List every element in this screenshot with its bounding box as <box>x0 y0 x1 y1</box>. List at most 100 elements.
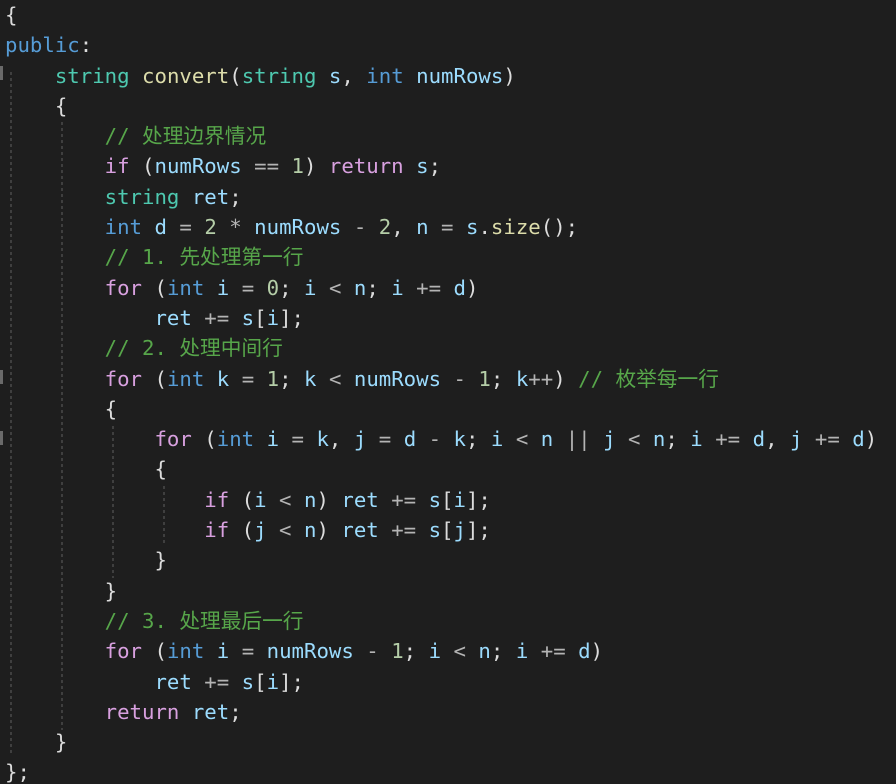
code-token: s <box>328 63 342 88</box>
code-token: s <box>241 305 255 330</box>
code-token: k <box>453 427 466 452</box>
code-line[interactable]: } <box>5 727 877 757</box>
code-line[interactable]: // 2. 处理中间行 <box>5 333 877 363</box>
code-line[interactable]: string convert(string s, int numRows) <box>5 61 877 91</box>
code-token: ret <box>191 184 230 209</box>
code-token: = <box>229 639 267 664</box>
code-token: ) <box>303 154 329 179</box>
code-token: n <box>303 487 317 512</box>
code-token: for <box>154 427 192 452</box>
code-token: ; <box>229 184 242 209</box>
code-token: int <box>366 63 404 88</box>
code-token: += <box>378 487 429 512</box>
code-line[interactable]: // 1. 先处理第一行 <box>5 242 877 272</box>
code-token: 2 <box>204 215 217 240</box>
code-token: < <box>266 518 304 543</box>
fold-marker[interactable] <box>0 431 3 445</box>
code-token: ; <box>665 427 691 452</box>
code-token: ( <box>229 63 242 88</box>
code-line[interactable]: for (int i = k, j = d - k; i < n || j < … <box>5 424 877 454</box>
code-token: j <box>353 427 367 452</box>
code-token: } <box>5 730 68 755</box>
code-token: d <box>578 639 591 664</box>
code-token: int <box>166 366 205 391</box>
code-token: i <box>216 639 230 664</box>
code-line[interactable]: for (int i = 0; i < n; i += d) <box>5 273 877 303</box>
code-token: 2 <box>378 215 392 240</box>
code-token: // 枚举每一行 <box>578 366 719 391</box>
code-token: return <box>104 699 180 724</box>
code-token: k <box>216 366 230 391</box>
code-token: += <box>802 427 853 452</box>
code-token: ) <box>864 427 878 452</box>
code-line[interactable]: if (j < n) ret += s[j]; <box>5 515 877 545</box>
code-line[interactable]: return ret; <box>5 697 877 727</box>
code-token: [ <box>254 669 267 694</box>
code-line[interactable]: { <box>5 454 877 484</box>
code-line[interactable]: if (numRows == 1) return s; <box>5 151 877 181</box>
code-token: ( <box>142 275 167 300</box>
code-line[interactable]: int d = 2 * numRows - 2, n = s.size(); <box>5 212 877 242</box>
code-line[interactable]: for (int i = numRows - 1; i < n; i += d) <box>5 636 877 666</box>
code-token: if <box>204 487 230 512</box>
code-token: ]; <box>279 669 304 694</box>
code-line[interactable]: public: <box>5 30 877 60</box>
code-token: , <box>341 63 367 88</box>
code-token: ) <box>316 487 342 512</box>
code-token: s <box>465 215 479 240</box>
code-token: ret <box>191 699 230 724</box>
code-token: = <box>229 275 267 300</box>
code-line[interactable]: ret += s[i]; <box>5 667 877 697</box>
code-token: ; <box>279 275 305 300</box>
code-token: i <box>428 639 442 664</box>
code-line[interactable]: } <box>5 545 877 575</box>
code-token: += <box>403 275 454 300</box>
code-token: // 处理边界情况 <box>104 124 267 149</box>
code-token: < <box>266 487 304 512</box>
code-line[interactable]: } <box>5 576 877 606</box>
code-token: j <box>254 518 267 543</box>
fold-marker[interactable] <box>0 66 3 80</box>
code-line[interactable]: // 处理边界情况 <box>5 121 877 151</box>
code-token: [ <box>441 487 454 512</box>
code-line[interactable]: { <box>5 0 877 30</box>
code-line[interactable]: { <box>5 91 877 121</box>
code-token: string <box>54 63 130 88</box>
fold-marker[interactable] <box>0 370 3 384</box>
code-token: int <box>166 639 205 664</box>
code-token: ( <box>129 154 155 179</box>
code-token: if <box>104 154 130 179</box>
code-line[interactable]: for (int k = 1; k < numRows - 1; k++) //… <box>5 364 877 394</box>
code-token: // 2. 处理中间行 <box>104 336 283 361</box>
code-line[interactable]: }; <box>5 757 877 784</box>
code-token: - <box>441 366 479 391</box>
code-line[interactable]: // 3. 处理最后一行 <box>5 606 877 636</box>
code-token: }; <box>5 760 30 784</box>
code-line[interactable]: if (i < n) ret += s[i]; <box>5 485 877 515</box>
code-token: d <box>154 215 167 240</box>
code-editor[interactable]: {public: string convert(string s, int nu… <box>0 0 896 784</box>
code-line[interactable]: string ret; <box>5 182 877 212</box>
code-token: < <box>503 427 541 452</box>
code-token: += <box>191 305 242 330</box>
code-token: < <box>441 639 479 664</box>
code-line[interactable]: { <box>5 394 877 424</box>
code-token: for <box>104 275 143 300</box>
code-block[interactable]: {public: string convert(string s, int nu… <box>5 0 877 784</box>
code-token: += <box>528 639 579 664</box>
code-token: . <box>478 215 491 240</box>
code-token: { <box>5 457 167 482</box>
code-line[interactable]: ret += s[i]; <box>5 303 877 333</box>
code-token: [ <box>254 305 267 330</box>
code-token: int <box>166 275 205 300</box>
